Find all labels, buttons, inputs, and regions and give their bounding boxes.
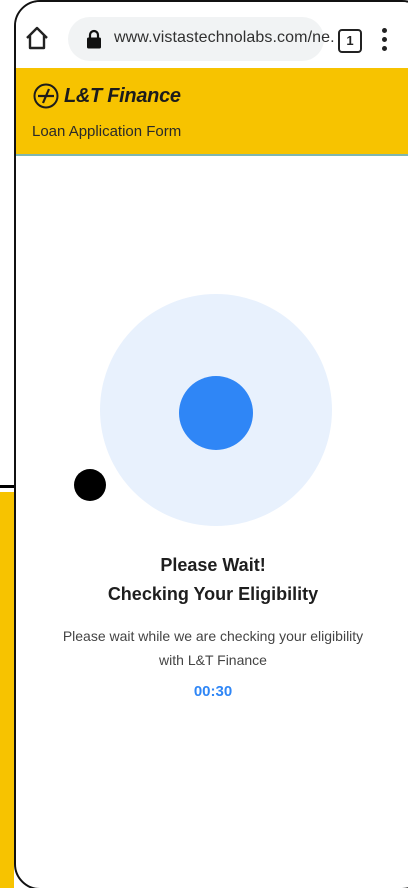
app-header: L&T Finance Loan Application Form [16, 68, 408, 156]
background-strip [0, 492, 14, 888]
brand: L&T Finance [32, 83, 181, 109]
browser-toolbar: www.vistastechnolabs.com/ne. 1 [16, 2, 408, 69]
status-title: Please Wait! [160, 555, 266, 575]
url-text: www.vistastechnolabs.com/ne. [114, 29, 335, 46]
home-icon[interactable] [22, 24, 52, 52]
countdown-timer: 00:30 [193, 683, 233, 700]
loading-indicator-ring [100, 294, 332, 526]
address-bar[interactable]: www.vistastechnolabs.com/ne. [68, 17, 335, 61]
brand-name: L&T Finance [64, 84, 181, 107]
status-description: Please wait while we are checking your e… [62, 628, 364, 668]
annotation-pointer-dot [74, 469, 106, 501]
tab-count: 1 [346, 33, 354, 48]
loading-indicator-dot [179, 376, 253, 450]
more-vert-icon[interactable] [378, 28, 392, 52]
status-subtitle: Checking Your Eligibility [107, 584, 319, 604]
lt-logo-icon [33, 83, 59, 109]
phone-frame: www.vistastechnolabs.com/ne. 1 L&T Finan… [14, 0, 408, 888]
screen: www.vistastechnolabs.com/ne. 1 L&T Finan… [0, 0, 408, 888]
tabs-icon[interactable]: 1 [338, 29, 362, 53]
lock-icon [86, 29, 102, 49]
page-title: Loan Application Form [32, 123, 182, 140]
